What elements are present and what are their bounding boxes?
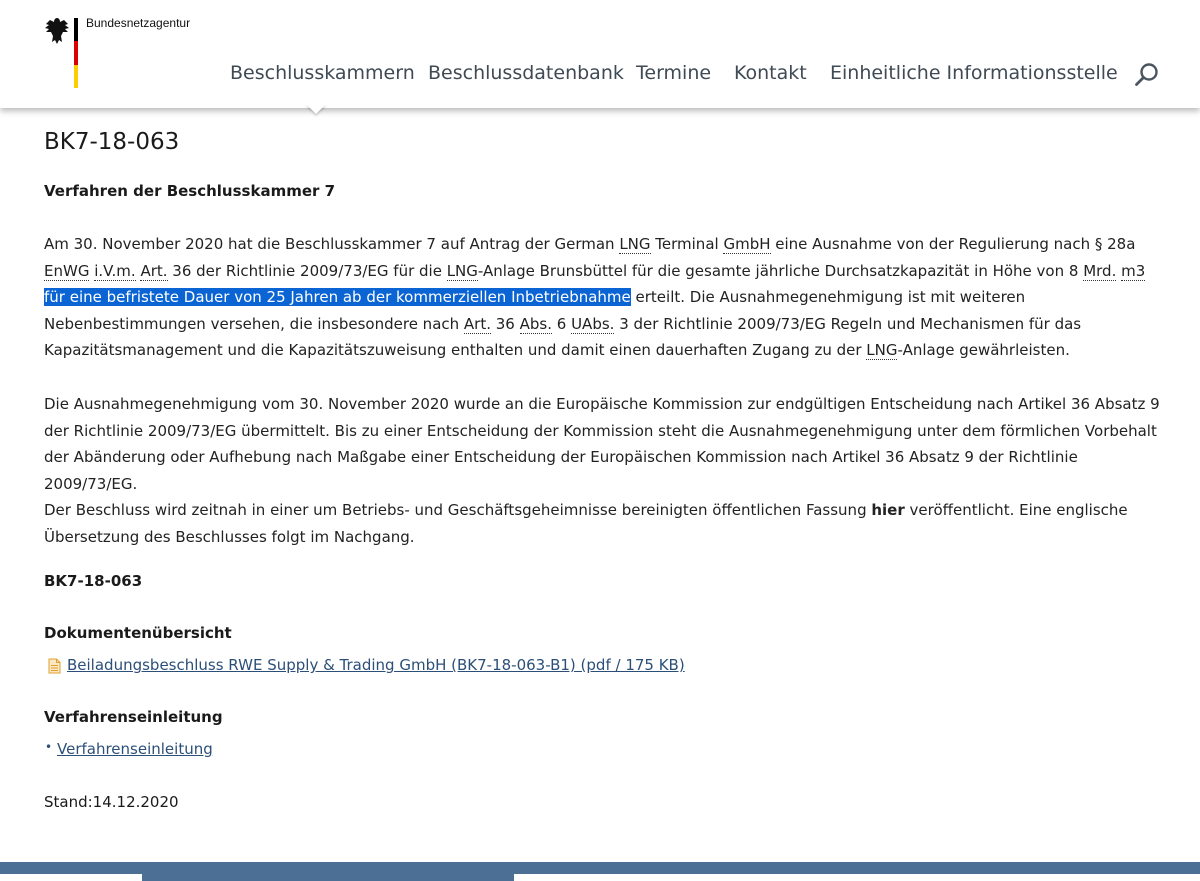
last-updated: Stand:14.12.2020 bbox=[44, 793, 179, 811]
documents-heading: Dokumentenübersicht bbox=[44, 624, 232, 642]
page-title: BK7-18-063 bbox=[44, 129, 180, 155]
abbr-lng: LNG bbox=[619, 235, 651, 254]
active-nav-pointer bbox=[306, 104, 326, 114]
footer-bar bbox=[0, 862, 1200, 881]
abbr-mrd: Mrd. bbox=[1083, 261, 1117, 281]
main-navigation: Beschlusskammern Beschlussdatenbank Term… bbox=[230, 62, 1200, 88]
procedure-link[interactable]: Verfahrenseinleitung bbox=[57, 740, 213, 758]
paragraph-decision: Am 30. November 2020 hat die Beschlusska… bbox=[44, 235, 1146, 361]
page-subtitle: Verfahren der Beschlusskammer 7 bbox=[44, 182, 336, 200]
abbr-art: Art. bbox=[463, 314, 491, 334]
abbr-art: Art. bbox=[140, 261, 168, 281]
abbr-gmbh: GmbH bbox=[723, 235, 771, 254]
nav-beschlusskammern[interactable]: Beschlusskammern bbox=[230, 62, 415, 84]
document-link-beiladungsbeschluss[interactable]: Beiladungsbeschluss RWE Supply & Trading… bbox=[67, 656, 685, 674]
paragraph-commission: Die Ausnahmegenehmigung vom 30. November… bbox=[44, 395, 1160, 493]
abbr-ivm: i.V.m. bbox=[94, 261, 136, 281]
nav-beschlussdatenbank[interactable]: Beschlussdatenbank bbox=[428, 62, 624, 84]
search-icon[interactable] bbox=[1134, 62, 1160, 88]
selected-text-highlight: für eine befristete Dauer von 25 Jahren … bbox=[44, 288, 631, 307]
abbr-uabs: UAbs. bbox=[571, 314, 615, 334]
list-bullet: • bbox=[45, 740, 53, 754]
abbr-lng: LNG bbox=[446, 261, 478, 281]
abbr-m3: m3 bbox=[1121, 261, 1146, 281]
bundesnetzagentur-logo[interactable]: Bundesnetzagentur bbox=[44, 12, 194, 88]
nav-einheitliche-informationsstelle[interactable]: Einheitliche Informationsstelle bbox=[830, 62, 1118, 84]
footer-tab bbox=[514, 874, 1200, 881]
brand-name: Bundesnetzagentur bbox=[86, 16, 191, 30]
abbr-enwg: EnWG bbox=[44, 261, 90, 281]
site-header: Bundesnetzagentur Beschlusskammern Besch… bbox=[0, 0, 1200, 108]
paragraph-publication: Der Beschluss wird zeitnah in einer um B… bbox=[44, 501, 1128, 546]
abbr-abs: Abs. bbox=[519, 314, 552, 334]
publication-here: hier bbox=[871, 501, 905, 519]
footer-tab bbox=[0, 874, 142, 881]
flag-stripes bbox=[74, 18, 78, 88]
pdf-document-icon bbox=[48, 658, 61, 674]
nav-termine[interactable]: Termine bbox=[636, 62, 711, 84]
procedure-heading: Verfahrenseinleitung bbox=[44, 708, 223, 726]
nav-kontakt[interactable]: Kontakt bbox=[734, 62, 807, 84]
case-number: BK7-18-063 bbox=[44, 572, 143, 590]
federal-eagle-icon bbox=[45, 18, 69, 44]
abbr-lng: LNG bbox=[866, 341, 898, 361]
